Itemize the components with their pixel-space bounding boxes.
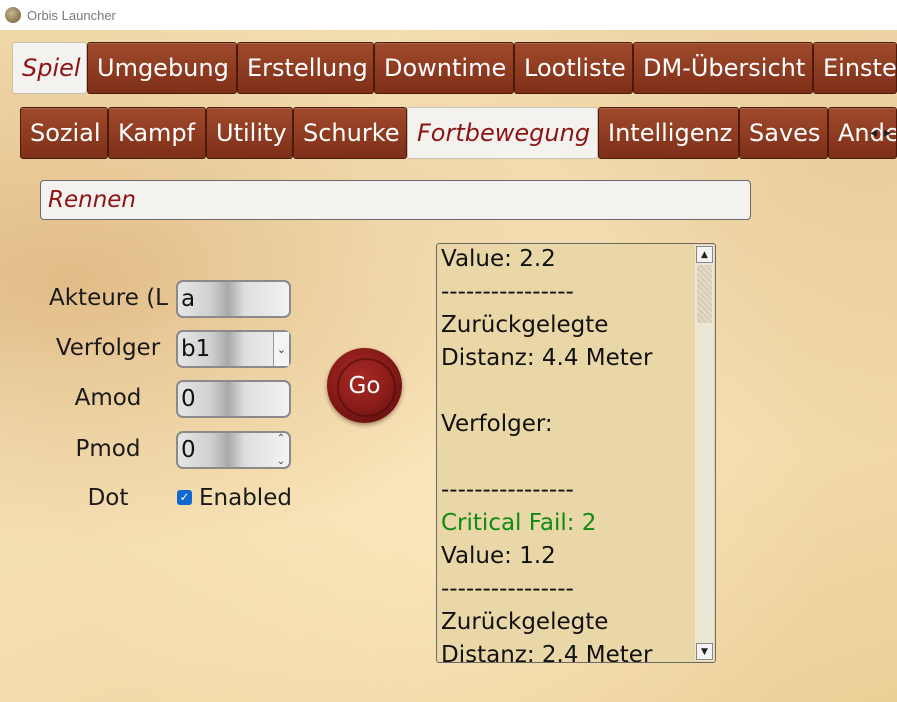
tab-erstellung[interactable]: Erstellung — [237, 42, 374, 94]
go-button[interactable]: Go — [327, 348, 402, 423]
chevron-down-icon[interactable]: ⌄ — [273, 332, 289, 366]
tab-label: Lootliste — [524, 54, 626, 82]
amod-value: 0 — [181, 386, 196, 412]
dot-checkbox[interactable]: ✓ — [177, 490, 192, 505]
tab-label: DM-Übersicht — [643, 54, 806, 82]
output-line: Verfolger: — [441, 411, 553, 437]
akteure-input[interactable]: a — [176, 280, 291, 318]
pmod-label: Pmod — [75, 436, 141, 462]
tab-schurke[interactable]: Schurke — [293, 107, 407, 159]
tab-label: Utility — [216, 119, 287, 147]
output-line: ---------------- — [441, 477, 574, 503]
output-line: ---------------- — [441, 279, 574, 305]
tab-label: Schurke — [303, 119, 400, 147]
tab-label: Saves — [749, 119, 821, 147]
tab-intelligenz[interactable]: Intelligenz — [598, 107, 739, 159]
scrollbar-thumb[interactable] — [697, 265, 712, 323]
tab-lootliste[interactable]: Lootliste — [514, 42, 633, 94]
verfolger-value: b1 — [181, 336, 211, 362]
dot-checkbox-label[interactable]: Enabled — [199, 485, 292, 511]
tab-einstellungen[interactable]: Einstel — [813, 42, 897, 94]
tab-label: Intelligenz — [608, 119, 733, 147]
tab-downtime[interactable]: Downtime — [374, 42, 514, 94]
pmod-spinbox[interactable]: 0 ⌃ ⌄ — [176, 431, 291, 469]
output-line: Zurückgelegte — [441, 312, 609, 338]
tab-label: Spiel — [22, 54, 81, 82]
output-line: Value: 1.2 — [441, 543, 556, 569]
output-scrollbar[interactable]: ▲ ▼ — [695, 245, 714, 661]
tab-saves[interactable]: Saves — [739, 107, 828, 159]
output-line: Distanz: 4.4 Meter — [441, 345, 653, 371]
action-name-field[interactable]: Rennen — [40, 180, 751, 220]
pmod-value: 0 — [181, 437, 196, 463]
tab-label: Downtime — [384, 54, 507, 82]
tab-label: Kampf — [118, 119, 196, 147]
output-line: Distanz: 2.4 Meter — [441, 642, 653, 663]
tab-umgebung[interactable]: Umgebung — [87, 42, 237, 94]
scroll-up-icon[interactable]: ▲ — [696, 246, 713, 263]
spin-arrows-icon[interactable]: ⌃ ⌄ — [275, 433, 287, 467]
output-line: Zurückgelegte — [441, 609, 609, 635]
tab-dm-uebersicht[interactable]: DM-Übersicht — [633, 42, 813, 94]
tab-spiel[interactable]: Spiel — [12, 42, 87, 94]
tab-utility[interactable]: Utility — [206, 107, 293, 159]
verfolger-combobox[interactable]: b1 ⌄ — [176, 330, 291, 368]
title-bar: Orbis Launcher — [0, 0, 897, 30]
app-icon — [5, 7, 21, 23]
tab-label: Erstellung — [247, 54, 368, 82]
output-lines: Value: 2.2 ---------------- Zurückgelegte D… — [441, 244, 696, 663]
output-line: ---------------- — [441, 576, 574, 602]
go-button-label: Go — [348, 372, 381, 399]
scroll-down-icon[interactable]: ▼ — [696, 643, 713, 660]
verfolger-label: Verfolger — [55, 335, 161, 361]
tab-label: Fortbewegung — [417, 119, 591, 147]
akteure-label: Akteure (L — [49, 285, 168, 311]
tab-label: Einstel — [823, 54, 897, 82]
tab-scroll-left-icon[interactable]: ◂ — [870, 125, 877, 141]
output-textbox[interactable]: Value: 2.2 ---------------- Zurückgelegte D… — [436, 243, 716, 663]
tab-fortbewegung[interactable]: Fortbewegung — [407, 107, 598, 159]
tab-label: Sozial — [30, 119, 101, 147]
dot-label: Dot — [87, 485, 129, 511]
akteure-value: a — [181, 286, 196, 312]
output-line: Value: 2.2 — [441, 246, 556, 272]
amod-label: Amod — [74, 385, 142, 411]
tab-scroll-right-icon[interactable]: ▸ — [884, 125, 891, 141]
tab-label: Umgebung — [97, 54, 229, 82]
amod-input[interactable]: 0 — [176, 380, 291, 418]
window-title: Orbis Launcher — [27, 7, 116, 23]
output-line: Critical Fail: 2 — [441, 510, 597, 536]
tab-sozial[interactable]: Sozial — [20, 107, 108, 159]
tab-kampf[interactable]: Kampf — [108, 107, 206, 159]
